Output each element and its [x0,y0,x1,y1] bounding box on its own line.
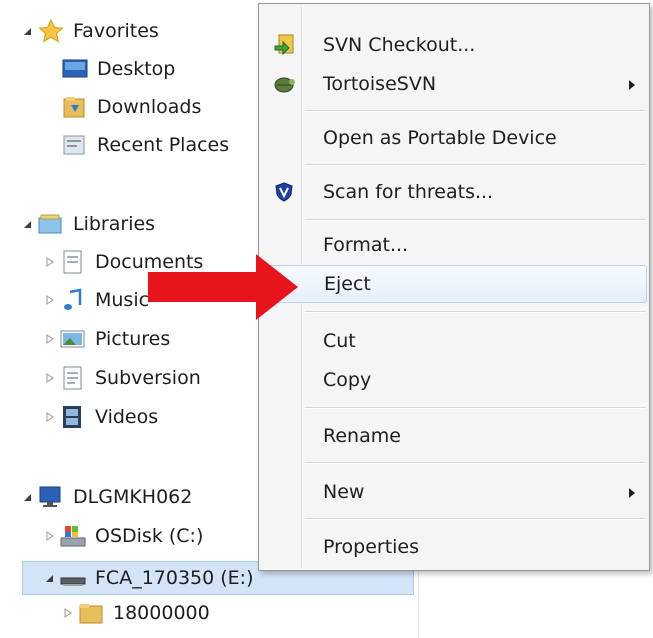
menu-item-properties[interactable]: Properties [261,528,647,566]
expanded-arrow-icon[interactable] [22,25,34,37]
menu-item-format[interactable]: Format... [261,226,647,264]
tree-item-label: Recent Places [97,134,230,156]
collapsed-arrow-icon[interactable] [44,372,56,384]
menu-item-label: Eject [324,273,371,295]
menu-item-svn-checkout[interactable]: SVN Checkout... [261,26,647,64]
tree-item-osdisk[interactable]: OSDisk (C:) [44,519,203,553]
tree-item-libraries[interactable]: Libraries [22,207,155,241]
menu-separator [305,407,646,409]
computer-icon [39,486,61,507]
music-icon [64,288,82,310]
documents-icon [63,250,82,274]
videos-icon [63,406,81,428]
submenu-arrow-icon [629,80,635,90]
tree-item-label: Pictures [95,328,171,350]
menu-item-new[interactable]: New [261,473,647,511]
menu-item-label: SVN Checkout... [323,34,476,56]
subversion-library-icon [63,366,82,390]
collapsed-arrow-icon[interactable] [62,607,74,619]
menu-item-label: Rename [323,425,401,447]
menu-separator [305,518,646,520]
downloads-folder-icon [63,97,85,118]
menu-item-label: Open as Portable Device [323,127,557,149]
menu-separator [305,164,646,166]
folder-icon [79,604,103,624]
removable-drive-icon [60,577,86,586]
explorer-window: Favorites Desktop Downloads Recent Place… [0,0,653,638]
context-menu: SVN Checkout... TortoiseSVN Open as Port… [258,3,650,571]
tree-item-label: Favorites [73,20,159,42]
desktop-icon [62,59,88,78]
expanded-arrow-icon[interactable] [22,491,34,503]
svn-checkout-icon [274,34,294,56]
tree-item-computer[interactable]: DLGMKH062 [22,480,192,514]
menu-item-label: Properties [323,536,420,558]
star-icon [38,19,64,43]
collapsed-arrow-icon[interactable] [44,411,56,423]
menu-item-label: Scan for threats... [323,181,494,203]
red-arrow-shape [148,254,298,320]
menu-separator [305,462,646,464]
menu-item-copy[interactable]: Copy [261,361,647,399]
menu-item-label: Cut [323,330,356,352]
tree-item-pictures[interactable]: Pictures [44,322,170,356]
tree-item-desktop[interactable]: Desktop [62,52,175,86]
system-drive-icon [60,526,86,547]
menu-item-label: New [323,481,365,503]
tree-item-removable-drive[interactable]: FCA_170350 (E:) [44,561,254,595]
tree-item-label: FCA_170350 (E:) [95,567,254,589]
tree-item-folder-18000000[interactable]: 18000000 [62,596,210,630]
menu-item-scan-for-threats[interactable]: Scan for threats... [261,173,647,211]
expanded-arrow-icon[interactable] [22,218,34,230]
menu-separator [305,311,646,313]
tree-item-label: Desktop [97,58,176,80]
pane-divider [418,560,419,638]
menu-separator [305,219,646,221]
tree-item-downloads[interactable]: Downloads [62,90,201,124]
menu-item-eject[interactable]: Eject [261,265,647,303]
submenu-arrow-icon [629,488,635,498]
collapsed-arrow-icon[interactable] [44,256,56,268]
collapsed-arrow-icon[interactable] [44,333,56,345]
menu-item-label: Copy [323,369,372,391]
menu-item-tortoisesvn[interactable]: TortoiseSVN [261,65,647,103]
tree-item-label: 18000000 [113,602,210,624]
expanded-arrow-icon[interactable] [44,572,56,584]
menu-item-label: TortoiseSVN [323,73,437,95]
tree-item-label: OSDisk (C:) [95,525,204,547]
recent-places-icon [63,135,85,155]
libraries-icon [38,214,62,234]
menu-item-cut[interactable]: Cut [261,322,647,360]
tree-item-label: Libraries [73,213,156,235]
red-arrow-annotation [148,254,298,320]
tree-item-subversion[interactable]: Subversion [44,361,201,395]
tree-item-videos[interactable]: Videos [44,400,158,434]
menu-item-rename[interactable]: Rename [261,417,647,455]
tree-item-favorites[interactable]: Favorites [22,14,159,48]
tree-item-label: Music [95,289,150,311]
tree-item-label: DLGMKH062 [73,486,193,508]
pictures-icon [60,330,85,348]
tree-item-label: Videos [95,406,159,428]
menu-item-open-portable-device[interactable]: Open as Portable Device [261,119,647,157]
menu-separator [305,110,646,112]
tree-item-label: Subversion [95,367,201,389]
menu-item-label: Format... [323,234,409,256]
collapsed-arrow-icon[interactable] [44,530,56,542]
tortoisesvn-icon [274,77,295,93]
collapsed-arrow-icon[interactable] [44,294,56,306]
tree-item-music[interactable]: Music [44,283,149,317]
tree-item-label: Downloads [97,96,202,118]
tree-item-recent-places[interactable]: Recent Places [62,128,229,162]
shield-icon [275,182,293,202]
